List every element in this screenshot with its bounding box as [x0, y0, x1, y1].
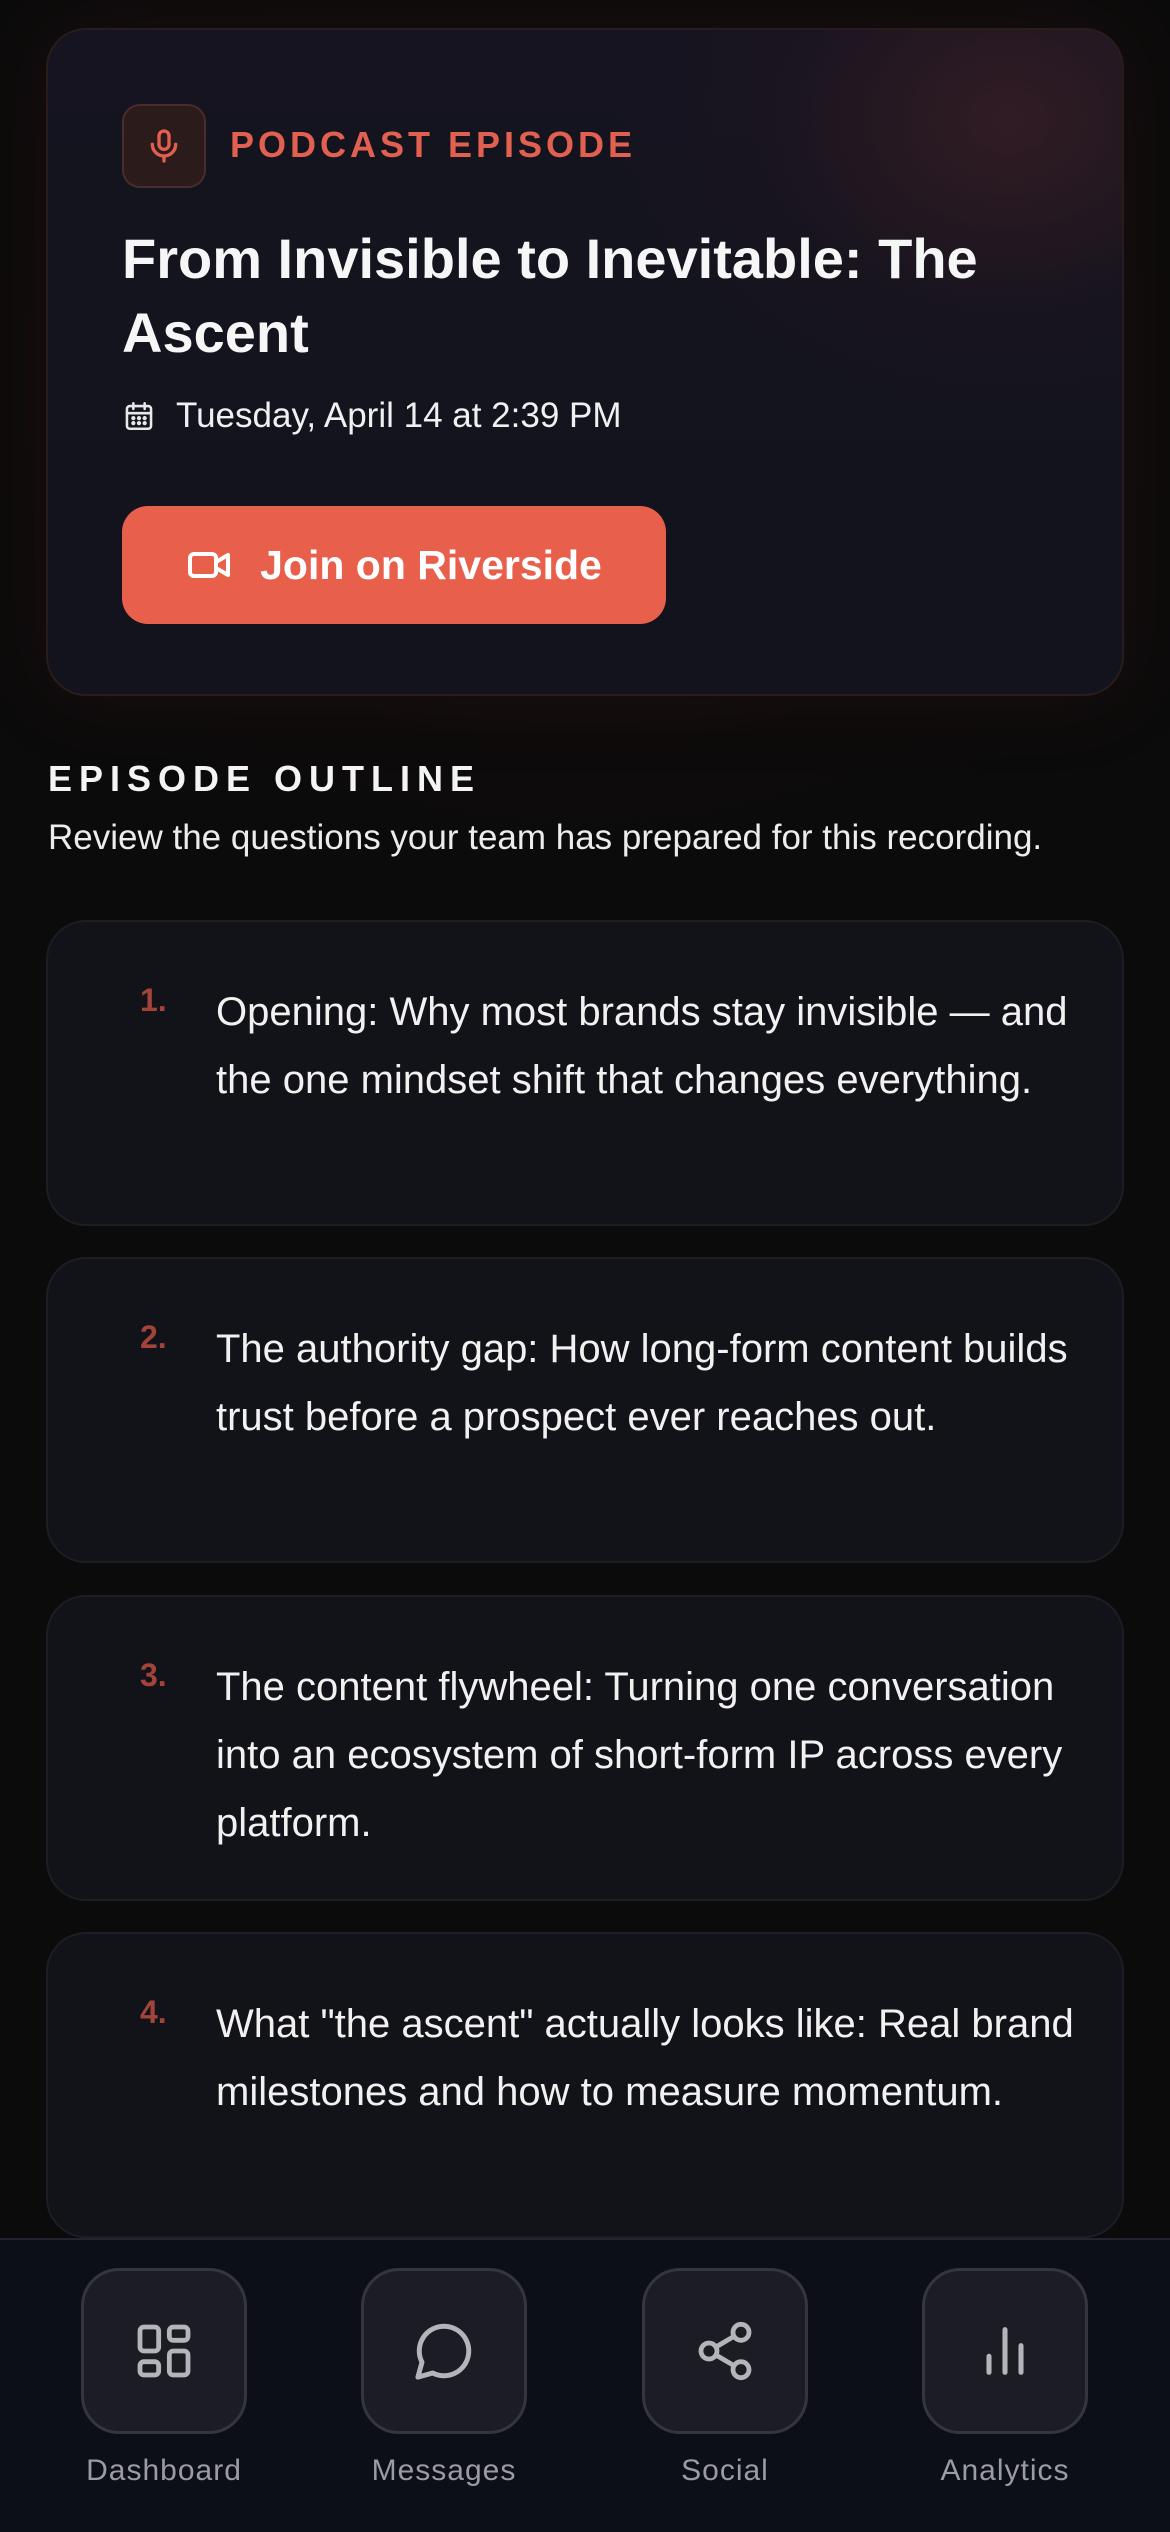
nav-item-messages[interactable]: Messages [334, 2268, 554, 2488]
episode-title: From Invisible to Inevitable: The Ascent [122, 227, 978, 364]
nav-dashboard-button[interactable] [81, 2268, 247, 2434]
question-number: 1. [140, 982, 167, 1018]
question-text: The content flywheel: Turning one conver… [216, 1665, 1063, 1845]
question-number: 2. [140, 1319, 167, 1355]
nav-item-social[interactable]: Social [615, 2268, 835, 2488]
episode-hero-card: PODCAST EPISODE From Invisible to Inevit… [46, 28, 1124, 696]
nav-item-analytics[interactable]: Analytics [895, 2268, 1115, 2488]
episode-date: Tuesday, April 14 at 2:39 PM [176, 396, 622, 435]
nav-label-analytics: Analytics [940, 2454, 1070, 2487]
share-icon [698, 2321, 752, 2381]
bar-chart-icon [986, 2327, 1024, 2375]
microphone-icon [122, 104, 206, 188]
episode-date-row: Tuesday, April 14 at 2:39 PM [122, 396, 622, 436]
bottom-nav: Dashboard Messages Social Analytics [0, 2238, 1170, 2532]
outline-question-card: 2. The authority gap: How long-form cont… [46, 1257, 1124, 1563]
chat-bubble-icon [415, 2323, 472, 2380]
outline-question-card: 1. Opening: Why most brands stay invisib… [46, 920, 1124, 1226]
question-text: The authority gap: How long-form content… [216, 1327, 1068, 1439]
dashboard-grid-icon [137, 2324, 191, 2378]
video-camera-icon [188, 552, 231, 578]
question-number: 3. [140, 1657, 167, 1693]
question-text: Opening: Why most brands stay invisible … [216, 990, 1068, 1102]
nav-label-social: Social [681, 2454, 769, 2487]
outline-question-card: 3. The content flywheel: Turning one con… [46, 1595, 1124, 1901]
episode-type-label: PODCAST EPISODE [230, 124, 637, 165]
episode-outline-heading: EPISODE OUTLINE [48, 758, 482, 799]
calendar-icon [125, 401, 153, 431]
join-riverside-label: Join on Riverside [260, 541, 602, 588]
nav-label-messages: Messages [371, 2454, 517, 2487]
episode-outline-subtitle: Review the questions your team has prepa… [48, 818, 1043, 857]
join-riverside-button[interactable]: Join on Riverside [122, 506, 666, 624]
nav-messages-button[interactable] [361, 2268, 527, 2434]
nav-social-button[interactable] [642, 2268, 808, 2434]
nav-item-dashboard[interactable]: Dashboard [54, 2268, 274, 2488]
question-text: What "the ascent" actually looks like: R… [216, 2002, 1074, 2114]
nav-analytics-button[interactable] [922, 2268, 1088, 2434]
question-number: 4. [140, 1994, 167, 2030]
outline-question-card: 4. What "the ascent" actually looks like… [46, 1932, 1124, 2238]
nav-label-dashboard: Dashboard [86, 2454, 242, 2487]
